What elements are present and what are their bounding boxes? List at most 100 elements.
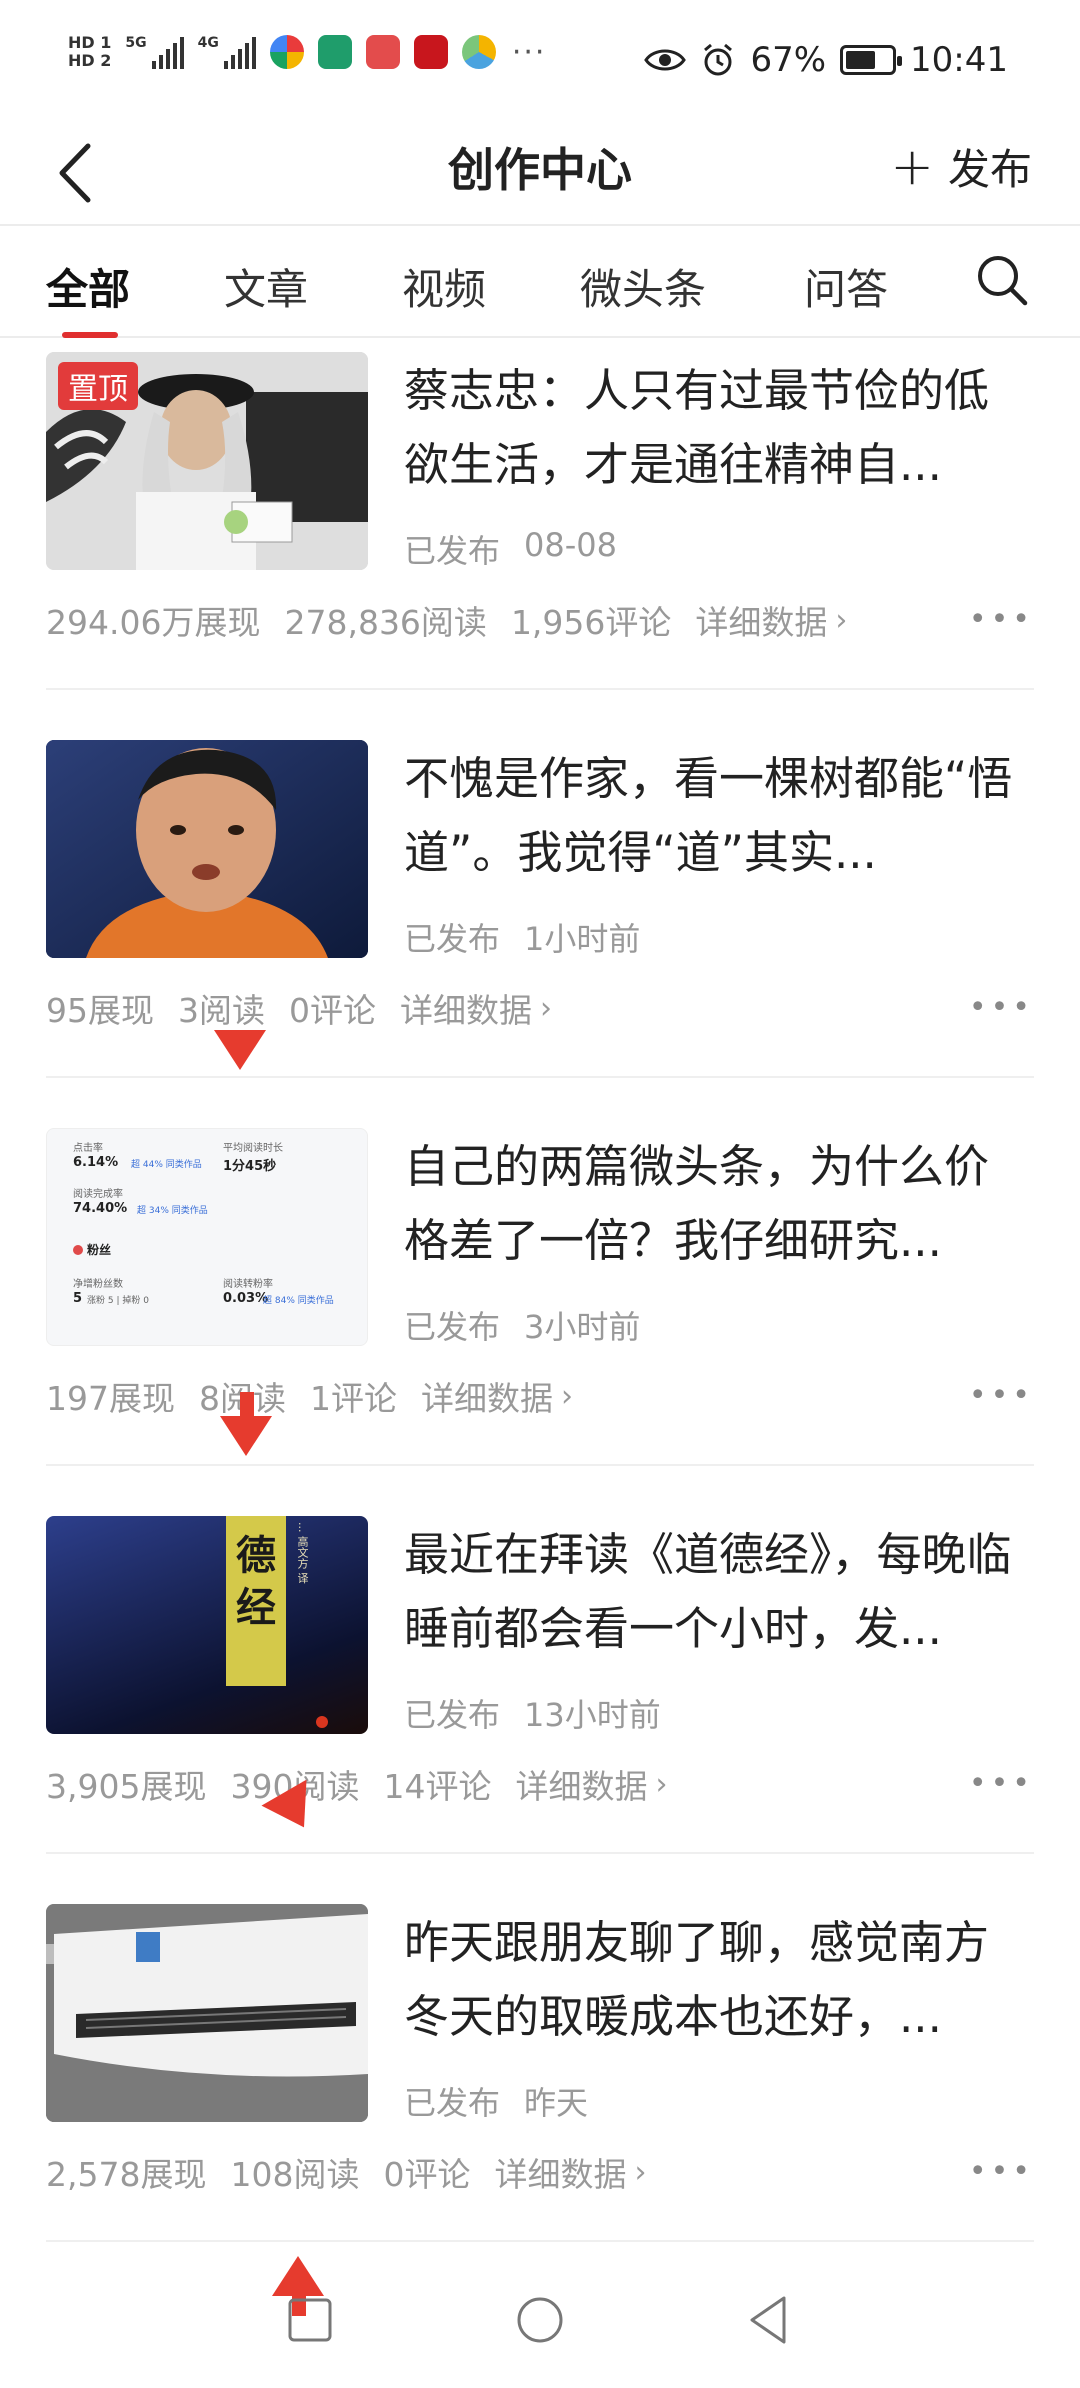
views-count: 95展现 bbox=[46, 991, 154, 1030]
status-left: HD 1 HD 2 5G 4G ··· bbox=[68, 34, 546, 70]
thumb-tag: 超 44% 同类作品 bbox=[131, 1160, 202, 1170]
thumb-value: 1分45秒 bbox=[223, 1159, 277, 1174]
back-nav-icon[interactable] bbox=[740, 2290, 800, 2350]
thumbnail-man-portrait[interactable] bbox=[46, 740, 368, 958]
pinwheel-app-icon bbox=[461, 35, 496, 69]
tab-videos[interactable]: 视频 bbox=[402, 256, 486, 317]
detail-data-label: 详细数据 bbox=[400, 991, 532, 1030]
thumb-label: 阅读转粉率 bbox=[223, 1279, 273, 1290]
thumb-label: 平均阅读时长 bbox=[223, 1143, 283, 1154]
item-title[interactable]: 蔡志忠：人只有过最节俭的低欲生活，才是通往精神自... bbox=[404, 354, 1024, 502]
more-options-icon[interactable]: ••• bbox=[969, 1766, 1034, 1801]
views-count: 294.06万展现 bbox=[46, 603, 261, 642]
item-stats: 294.06万展现 278,836阅读 1,956评论 详细数据 › bbox=[46, 596, 847, 644]
thumbnail-air-conditioner[interactable] bbox=[46, 1904, 368, 2122]
chevron-right-icon: › bbox=[835, 602, 848, 638]
status-right: 67% 10:41 bbox=[644, 40, 1008, 80]
thumb-sub: 涨粉 5 | 掉粉 0 bbox=[87, 1296, 149, 1306]
item-title[interactable]: 不愧是作家，看一棵树都能“悟道”。我觉得“道”其实... bbox=[404, 742, 1024, 890]
search-icon[interactable] bbox=[972, 250, 1032, 310]
system-navigation-bar bbox=[0, 2270, 1080, 2388]
home-icon[interactable] bbox=[510, 2290, 570, 2350]
detail-data-link[interactable]: 详细数据 › bbox=[494, 2148, 646, 2196]
thumbnail-book-cover[interactable]: 德经 ... 高文方 译 bbox=[46, 1516, 368, 1734]
battery-percent: 67% bbox=[750, 40, 827, 80]
clock: 10:41 bbox=[910, 40, 1008, 80]
detail-data-link[interactable]: 详细数据 › bbox=[515, 1760, 667, 1808]
hd2-indicator: HD 2 bbox=[68, 51, 112, 70]
thumb-value: 6.14% bbox=[73, 1155, 119, 1170]
more-notifications-icon: ··· bbox=[511, 34, 547, 70]
item-meta: 已发布 1小时前 bbox=[404, 914, 640, 960]
app-header: 创作中心 + 发布 bbox=[0, 120, 1080, 226]
study-app-icon bbox=[413, 35, 448, 69]
thumb-label: 阅读完成率 bbox=[73, 1189, 123, 1200]
publish-status: 已发布 bbox=[404, 920, 501, 958]
status-bar: HD 1 HD 2 5G 4G ··· 67% 10:41 bbox=[0, 0, 1080, 120]
publish-status: 已发布 bbox=[404, 1308, 501, 1346]
tab-bar: 全部 文章 视频 微头条 问答 bbox=[0, 228, 1080, 338]
views-count: 197展现 bbox=[46, 1379, 175, 1418]
list-item[interactable]: 昨天跟朋友聊了聊，感觉南方冬天的取暖成本也还好，... 已发布 昨天 2,578… bbox=[0, 1886, 1080, 2274]
item-title[interactable]: 昨天跟朋友聊了聊，感觉南方冬天的取暖成本也还好，... bbox=[404, 1906, 1024, 2054]
item-stats: 2,578展现 108阅读 0评论 详细数据 › bbox=[46, 2148, 646, 2196]
tab-micro-posts[interactable]: 微头条 bbox=[580, 256, 706, 317]
thumbnail-cai-zhizhong[interactable]: 置顶 bbox=[46, 352, 368, 570]
tab-all[interactable]: 全部 bbox=[46, 256, 130, 317]
views-count: 3,905展现 bbox=[46, 1767, 207, 1806]
publish-time: 13小时前 bbox=[524, 1696, 661, 1734]
list-item[interactable]: 置顶 蔡志忠：人只有过最节俭的低欲生活，才是通往精神自... 已发布 08-08… bbox=[0, 334, 1080, 722]
more-options-icon[interactable]: ••• bbox=[969, 602, 1034, 637]
fans-icon bbox=[73, 1244, 83, 1255]
detail-data-link[interactable]: 详细数据 › bbox=[695, 596, 847, 644]
publish-status: 已发布 bbox=[404, 2084, 501, 2122]
hd-indicators: HD 1 HD 2 bbox=[68, 34, 111, 70]
item-stats: 95展现 3阅读 0评论 详细数据 › bbox=[46, 984, 552, 1032]
item-meta: 已发布 13小时前 bbox=[404, 1690, 661, 1736]
portrait-image bbox=[46, 740, 368, 958]
publish-time: 3小时前 bbox=[524, 1308, 641, 1346]
hd1-indicator: HD 1 bbox=[68, 33, 112, 52]
tab-qa[interactable]: 问答 bbox=[804, 256, 888, 317]
item-meta: 已发布 昨天 bbox=[404, 2078, 588, 2124]
app-notification-icon bbox=[269, 35, 304, 69]
publish-label: 发布 bbox=[947, 145, 1032, 194]
detail-data-label: 详细数据 bbox=[421, 1379, 553, 1418]
more-options-icon[interactable]: ••• bbox=[969, 2154, 1034, 2189]
publish-status: 已发布 bbox=[404, 1696, 501, 1734]
thumbnail-stats-screenshot[interactable]: 点击率 6.14% 超 44% 同类作品 平均阅读时长 1分45秒 阅读完成率 … bbox=[46, 1128, 368, 1346]
comments-count: 14评论 bbox=[383, 1767, 492, 1806]
detail-data-link[interactable]: 详细数据 › bbox=[421, 1372, 573, 1420]
tab-articles[interactable]: 文章 bbox=[224, 256, 308, 317]
recent-apps-icon[interactable] bbox=[280, 2290, 340, 2350]
more-options-icon[interactable]: ••• bbox=[969, 1378, 1034, 1413]
thumb-value: 5 bbox=[73, 1291, 83, 1306]
reads-count: 278,836阅读 bbox=[284, 603, 487, 642]
publish-time: 昨天 bbox=[524, 2084, 589, 2122]
thumb-value: 74.40% bbox=[73, 1201, 128, 1216]
item-title[interactable]: 自己的两篇微头条，为什么价格差了一倍？我仔细研究... bbox=[404, 1130, 1024, 1278]
network-type-1: 5G bbox=[125, 35, 147, 51]
publish-time: 08-08 bbox=[524, 526, 617, 564]
publish-status: 已发布 bbox=[404, 532, 501, 570]
detail-data-link[interactable]: 详细数据 › bbox=[400, 984, 552, 1032]
list-item[interactable]: 不愧是作家，看一棵树都能“悟道”。我觉得“道”其实... 已发布 1小时前 95… bbox=[0, 722, 1080, 1110]
item-title[interactable]: 最近在拜读《道德经》，每晚临睡前都会看一个小时，发... bbox=[404, 1518, 1024, 1666]
weibo-icon bbox=[317, 35, 352, 69]
thumb-tag: 超 34% 同类作品 bbox=[137, 1206, 208, 1216]
publish-button[interactable]: + 发布 bbox=[890, 136, 1032, 197]
divider bbox=[46, 1076, 1034, 1078]
item-meta: 已发布 08-08 bbox=[404, 526, 617, 572]
detail-data-label: 详细数据 bbox=[695, 603, 828, 642]
comments-count: 0评论 bbox=[383, 2155, 471, 2194]
thumb-value: 0.03% bbox=[223, 1291, 269, 1306]
list-item[interactable]: 德经 ... 高文方 译 最近在拜读《道德经》，每晚临睡前都会看一个小时，发..… bbox=[0, 1498, 1080, 1886]
red-dot bbox=[316, 1716, 328, 1728]
thumb-section: 粉丝 bbox=[73, 1241, 111, 1258]
plus-icon: + bbox=[890, 136, 934, 197]
list-item[interactable]: 点击率 6.14% 超 44% 同类作品 平均阅读时长 1分45秒 阅读完成率 … bbox=[0, 1110, 1080, 1498]
chevron-right-icon: › bbox=[561, 1378, 573, 1414]
item-stats: 197展现 8阅读 1评论 详细数据 › bbox=[46, 1372, 573, 1420]
more-options-icon[interactable]: ••• bbox=[969, 990, 1034, 1025]
thumb-label: 净增粉丝数 bbox=[73, 1279, 123, 1290]
